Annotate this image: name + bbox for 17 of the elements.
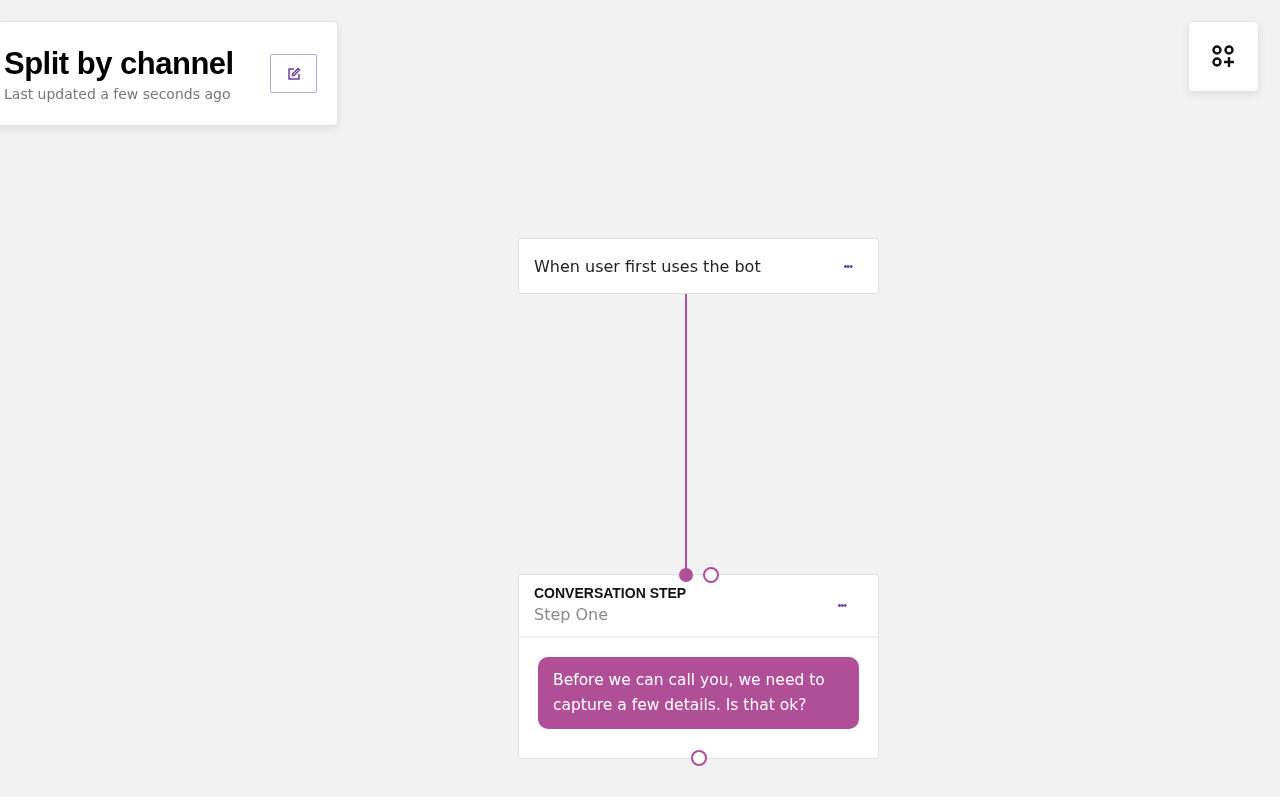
more-menu-button[interactable]: ••• xyxy=(835,598,848,611)
grid-plus-icon xyxy=(1211,44,1236,69)
add-widget-button[interactable] xyxy=(1188,21,1259,92)
trigger-node[interactable]: When user first uses the bot ••• xyxy=(518,238,879,294)
trigger-text: When user first uses the bot xyxy=(534,256,761,276)
step-type-label: CONVERSATION STEP xyxy=(534,585,687,601)
more-menu-button[interactable]: ••• xyxy=(841,260,854,272)
edit-button[interactable] xyxy=(270,54,317,93)
last-updated-text: Last updated a few seconds ago xyxy=(4,85,232,102)
input-port[interactable] xyxy=(679,568,693,582)
output-port[interactable] xyxy=(703,567,719,583)
step-name: Step One xyxy=(534,605,610,624)
output-port[interactable] xyxy=(691,750,707,766)
message-bubble: Before we can call you, we need to capture a few details. Is that ok? xyxy=(538,657,859,729)
flow-title: Split by channel xyxy=(4,45,234,82)
conversation-step-node[interactable]: CONVERSATION STEP Step One ••• Before we can call you, we need to capture a few details. Is that ok? xyxy=(518,574,879,759)
edit-icon xyxy=(286,66,301,81)
